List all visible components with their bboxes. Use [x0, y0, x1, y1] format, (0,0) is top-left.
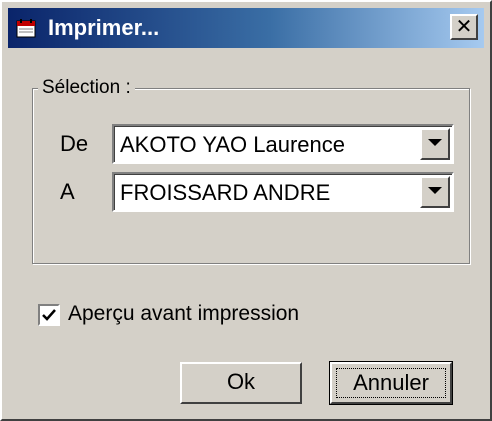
to-label: A [60, 179, 75, 204]
chevron-down-icon [428, 139, 442, 146]
to-value: FROISSARD ANDRE [120, 180, 331, 205]
cancel-button[interactable]: Annuler [329, 361, 453, 405]
focus-rect: Annuler [336, 368, 446, 398]
chevron-down-icon [428, 187, 442, 194]
from-combobox[interactable]: AKOTO YAO Laurence [112, 124, 454, 164]
ok-button[interactable]: Ok [180, 362, 302, 404]
ok-label: Ok [226, 369, 256, 394]
checkmark-icon [42, 309, 56, 321]
printer-calendar-icon [16, 18, 36, 38]
close-icon: ✕ [455, 14, 473, 38]
from-dropdown-button[interactable] [420, 128, 450, 160]
print-dialog: Imprimer... ✕ Sélection : De AKOTO YAO L… [0, 0, 492, 421]
from-label: De [60, 131, 89, 156]
dialog-title: Imprimer... [48, 15, 160, 40]
title-bar[interactable]: Imprimer... ✕ [8, 8, 484, 48]
preview-label[interactable]: Aperçu avant impression [68, 300, 299, 328]
to-combobox[interactable]: FROISSARD ANDRE [112, 172, 454, 212]
cancel-label: Annuler [353, 370, 429, 395]
selection-legend: Sélection : [38, 76, 135, 100]
from-value: AKOTO YAO Laurence [120, 132, 346, 157]
close-button[interactable]: ✕ [450, 14, 478, 40]
to-dropdown-button[interactable] [420, 176, 450, 208]
preview-checkbox[interactable] [38, 304, 60, 326]
